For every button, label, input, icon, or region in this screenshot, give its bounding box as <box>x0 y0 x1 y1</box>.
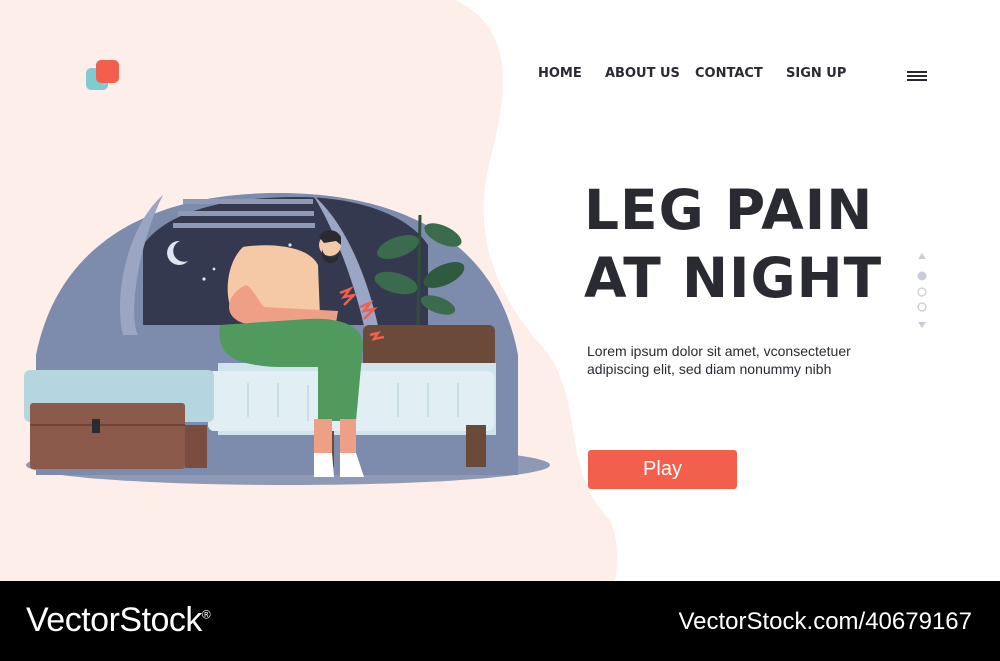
landing-page: HOME ABOUT US CONTACT SIGN UP LEG PAIN A… <box>0 0 1000 581</box>
window-blinds <box>173 199 315 228</box>
nav-signup-link[interactable]: SIGN UP <box>786 66 846 81</box>
triangle-down-icon[interactable] <box>918 322 926 328</box>
page-pager <box>917 253 927 328</box>
registered-mark: ® <box>201 607 211 622</box>
nav-home-link[interactable]: HOME <box>538 66 582 81</box>
pager-dot[interactable] <box>917 302 927 312</box>
bedroom-illustration <box>24 193 550 485</box>
page-title: LEG PAIN AT NIGHT <box>584 176 882 312</box>
play-button[interactable]: Play <box>588 450 737 489</box>
top-nav: HOME ABOUT US CONTACT SIGN UP <box>0 66 1000 86</box>
title-line-2: AT NIGHT <box>584 246 883 310</box>
storage-chest <box>30 403 207 469</box>
hero-description: Lorem ipsum dolor sit amet, vconsectetue… <box>587 343 851 377</box>
hamburger-menu-icon[interactable] <box>905 67 929 85</box>
bed-leg <box>466 425 486 467</box>
nav-contact-link[interactable]: CONTACT <box>695 66 763 81</box>
footer-brand-name: VectorStock <box>26 601 202 639</box>
footer-brand: VectorStock® <box>26 601 211 640</box>
pager-dot[interactable] <box>917 287 927 297</box>
title-line-1: LEG PAIN <box>584 178 874 242</box>
triangle-up-icon[interactable] <box>918 253 926 259</box>
nav-about-link[interactable]: ABOUT US <box>605 66 680 81</box>
watermark-footer: VectorStock® VectorStock.com/40679167 <box>0 581 1000 661</box>
pager-dot-active[interactable] <box>917 271 927 281</box>
footer-image-ref: VectorStock.com/40679167 <box>678 608 972 635</box>
